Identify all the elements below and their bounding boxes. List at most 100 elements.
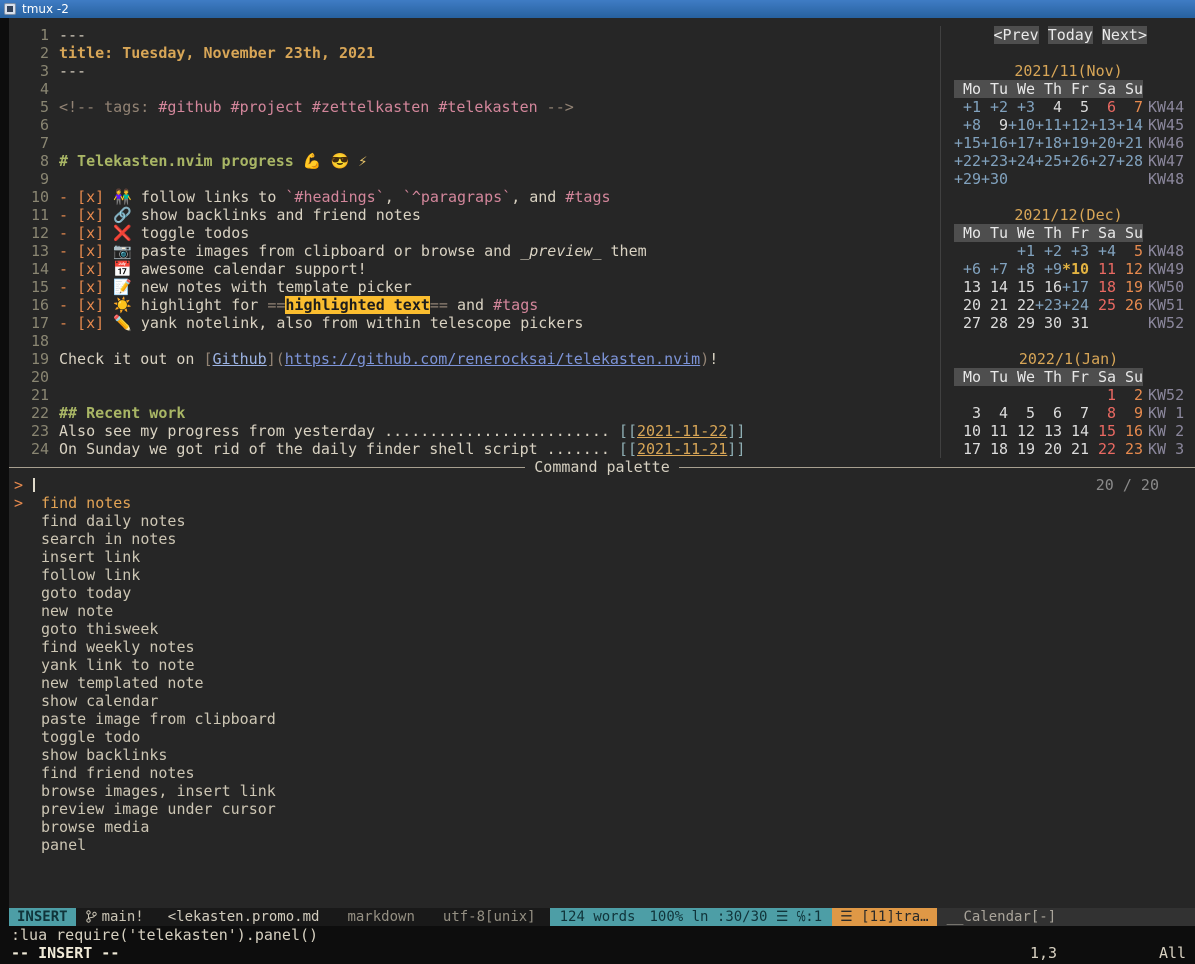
editor-line[interactable]: 16- [x] ☀️ highlight for ==highlighted t… (9, 296, 940, 314)
calendar-day[interactable]: 18 (1089, 278, 1116, 296)
calendar-day[interactable]: +12 (1062, 116, 1089, 134)
calendar-day[interactable]: 22 (1089, 440, 1116, 458)
calendar-day[interactable]: +20 (1089, 134, 1116, 152)
calendar-day[interactable]: 29 (1008, 314, 1035, 332)
calendar-day[interactable]: 13 (954, 278, 981, 296)
palette-item[interactable]: insert link (9, 548, 1195, 566)
calendar-day[interactable]: 16 (1116, 422, 1143, 440)
link-url[interactable]: https://github.com/renerocksai/telekaste… (285, 350, 700, 368)
calendar-day[interactable]: +14 (1116, 116, 1143, 134)
cal-next-button[interactable]: Next> (1102, 26, 1147, 44)
editor-line[interactable]: 12- [x] ❌ toggle todos (9, 224, 940, 242)
calendar-day[interactable]: 10 (954, 422, 981, 440)
calendar-day[interactable]: 20 (954, 296, 981, 314)
calendar-day[interactable]: +6 (954, 260, 981, 278)
calendar-day[interactable]: +2 (1035, 242, 1062, 260)
calendar-day[interactable]: 6 (1089, 98, 1116, 116)
editor-line[interactable]: 9 (9, 170, 940, 188)
editor-line[interactable]: 13- [x] 📷 paste images from clipboard or… (9, 242, 940, 260)
calendar-day[interactable]: +10 (1008, 116, 1035, 134)
palette-item[interactable]: browse media (9, 818, 1195, 836)
editor-line[interactable]: 18 (9, 332, 940, 350)
calendar-day[interactable]: +1 (954, 98, 981, 116)
wiki-date-link[interactable]: 2021-11-21 (637, 440, 727, 458)
calendar-day[interactable]: 16 (1035, 278, 1062, 296)
calendar-day[interactable]: 23 (1116, 440, 1143, 458)
calendar-day[interactable]: 15 (1008, 278, 1035, 296)
calendar-day[interactable]: +28 (1116, 152, 1143, 170)
calendar-day[interactable]: 1 (1089, 386, 1116, 404)
calendar-day[interactable]: +29 (954, 170, 981, 188)
calendar-day[interactable]: +16 (981, 134, 1008, 152)
calendar-day[interactable]: +17 (1008, 134, 1035, 152)
calendar-day[interactable]: +23 (1035, 296, 1062, 314)
palette-item[interactable]: find daily notes (9, 512, 1195, 530)
palette-item[interactable]: search in notes (9, 530, 1195, 548)
editor-line[interactable]: 21 (9, 386, 940, 404)
wiki-date-link[interactable]: 2021-11-22 (637, 422, 727, 440)
calendar-day[interactable]: +22 (954, 152, 981, 170)
editor-line[interactable]: 1--- (9, 26, 940, 44)
palette-item[interactable]: goto thisweek (9, 620, 1195, 638)
palette-item[interactable]: show calendar (9, 692, 1195, 710)
calendar-day[interactable]: +25 (1035, 152, 1062, 170)
palette-item[interactable]: new note (9, 602, 1195, 620)
calendar-day[interactable]: 27 (954, 314, 981, 332)
calendar-day[interactable]: +3 (1008, 98, 1035, 116)
calendar-day[interactable]: 15 (1089, 422, 1116, 440)
editor-line[interactable]: 20 (9, 368, 940, 386)
editor-line[interactable]: 4 (9, 80, 940, 98)
calendar-day[interactable]: +11 (1035, 116, 1062, 134)
calendar-day[interactable]: +27 (1089, 152, 1116, 170)
calendar-day[interactable]: 22 (1008, 296, 1035, 314)
calendar-day[interactable]: 4 (981, 404, 1008, 422)
palette-item[interactable]: follow link (9, 566, 1195, 584)
calendar-day[interactable]: 9 (981, 116, 1008, 134)
calendar-day[interactable]: +15 (954, 134, 981, 152)
calendar-day[interactable]: 25 (1089, 296, 1116, 314)
calendar-day[interactable]: 20 (1035, 440, 1062, 458)
calendar-day[interactable]: +3 (1062, 242, 1089, 260)
palette-item[interactable]: browse images, insert link (9, 782, 1195, 800)
calendar-day[interactable]: 31 (1062, 314, 1089, 332)
palette-item[interactable]: goto today (9, 584, 1195, 602)
palette-item[interactable]: show backlinks (9, 746, 1195, 764)
calendar-day[interactable]: 12 (1116, 260, 1143, 278)
palette-item[interactable]: new templated note (9, 674, 1195, 692)
calendar-day[interactable]: 19 (1116, 278, 1143, 296)
calendar-day[interactable]: 7 (1062, 404, 1089, 422)
palette-item[interactable]: paste image from clipboard (9, 710, 1195, 728)
calendar-day[interactable]: 11 (981, 422, 1008, 440)
palette-item[interactable]: panel (9, 836, 1195, 854)
calendar-day[interactable]: +2 (981, 98, 1008, 116)
palette-item[interactable]: find weekly notes (9, 638, 1195, 656)
calendar-day[interactable]: +17 (1062, 278, 1089, 296)
calendar-day[interactable]: +9 (1035, 260, 1062, 278)
editor-line[interactable]: 2title: Tuesday, November 23th, 2021 (9, 44, 940, 62)
editor-line[interactable]: 6 (9, 116, 940, 134)
editor-line[interactable]: 8# Telekasten.nvim progress 💪 😎 ⚡ (9, 152, 940, 170)
calendar-day[interactable]: 9 (1116, 404, 1143, 422)
calendar-day[interactable]: 14 (1062, 422, 1089, 440)
palette-prompt-input[interactable]: > 20 / 20 (9, 476, 1195, 494)
calendar-day[interactable]: +19 (1062, 134, 1089, 152)
editor-line[interactable]: 5<!-- tags: #github #project #zettelkast… (9, 98, 940, 116)
calendar-day[interactable]: *10 (1062, 260, 1089, 278)
calendar-day[interactable]: +21 (1116, 134, 1143, 152)
calendar-day[interactable]: 19 (1008, 440, 1035, 458)
calendar-day[interactable]: 17 (954, 440, 981, 458)
editor-line[interactable]: 3--- (9, 62, 940, 80)
calendar-day[interactable]: +13 (1089, 116, 1116, 134)
calendar-day[interactable]: +18 (1035, 134, 1062, 152)
palette-item[interactable]: find friend notes (9, 764, 1195, 782)
editor-line[interactable]: 10- [x] 👫 follow links to `#headings`, `… (9, 188, 940, 206)
calendar-day[interactable]: 18 (981, 440, 1008, 458)
editor-line[interactable]: 7 (9, 134, 940, 152)
calendar-day[interactable]: +26 (1062, 152, 1089, 170)
calendar-day[interactable]: +30 (981, 170, 1008, 188)
palette-item[interactable]: preview image under cursor (9, 800, 1195, 818)
cal-prev-button[interactable]: <Prev (994, 26, 1039, 44)
calendar-day[interactable]: +4 (1089, 242, 1116, 260)
calendar-day[interactable]: 8 (1089, 404, 1116, 422)
editor-line[interactable]: 23Also see my progress from yesterday ..… (9, 422, 940, 440)
